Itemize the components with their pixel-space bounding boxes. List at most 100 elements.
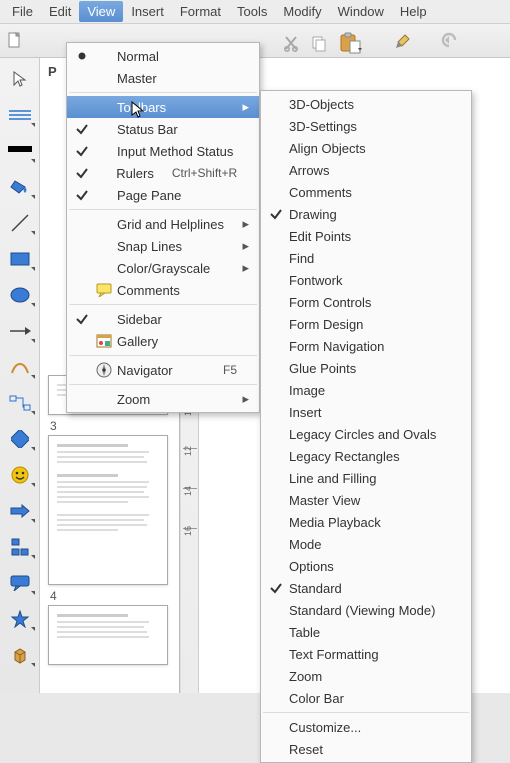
toolbars-menu-item[interactable]: Arrows	[261, 159, 471, 181]
toolbars-menu-item[interactable]: Table	[261, 621, 471, 643]
menu-item-label: Legacy Circles and Ovals	[287, 427, 461, 442]
basic-shapes-icon[interactable]	[7, 428, 33, 450]
toolbars-menu-item[interactable]: Form Design	[261, 313, 471, 335]
toolbars-menu-item[interactable]: Standard	[261, 577, 471, 599]
rectangle-tool-icon[interactable]	[7, 248, 33, 270]
menu-item-label: Toolbars	[115, 100, 237, 115]
block-arrows-icon[interactable]	[7, 500, 33, 522]
menu-view[interactable]: View	[79, 1, 123, 22]
clone-format-icon[interactable]	[394, 29, 416, 51]
view-menu-item[interactable]: Comments	[67, 279, 259, 301]
menu-item-label: Comments	[287, 185, 461, 200]
toolbars-menu-item[interactable]: Zoom	[261, 665, 471, 687]
menu-edit[interactable]: Edit	[41, 1, 79, 22]
toolbars-menu-item[interactable]: Image	[261, 379, 471, 401]
view-menu-item[interactable]: Snap Lines▸	[67, 235, 259, 257]
line-color-icon[interactable]	[7, 140, 33, 162]
toolbars-menu-item[interactable]: Legacy Rectangles	[261, 445, 471, 467]
view-menu-item[interactable]: Grid and Helplines▸	[67, 213, 259, 235]
toolbars-menu-item[interactable]: Form Navigation	[261, 335, 471, 357]
menu-modify[interactable]: Modify	[275, 1, 329, 22]
view-menu-item[interactable]: Input Method Status	[67, 140, 259, 162]
curve-tool-icon[interactable]	[7, 356, 33, 378]
toolbars-menu-item[interactable]: Drawing	[261, 203, 471, 225]
view-menu-item[interactable]: Sidebar	[67, 308, 259, 330]
menu-item-label: Form Controls	[287, 295, 461, 310]
gallery-icon	[93, 334, 115, 348]
view-menu-item[interactable]: Normal	[67, 45, 259, 67]
view-menu-item[interactable]: Zoom▸	[67, 388, 259, 410]
toolbars-submenu: 3D-Objects3D-SettingsAlign Objects Arrows…	[260, 90, 472, 763]
toolbars-menu-item[interactable]: Form Controls	[261, 291, 471, 313]
toolbars-menu-item[interactable]: Standard (Viewing Mode)	[261, 599, 471, 621]
toolbars-menu-item[interactable]: Insert	[261, 401, 471, 423]
menu-window[interactable]: Window	[330, 1, 392, 22]
paste-icon[interactable]	[336, 29, 364, 57]
3d-shapes-icon[interactable]	[7, 644, 33, 666]
menu-file[interactable]: File	[4, 1, 41, 22]
page-thumb[interactable]	[48, 605, 168, 665]
toolbars-menu-item[interactable]: Line and Filling	[261, 467, 471, 489]
toolbars-menu-item[interactable]: Reset	[261, 738, 471, 760]
line-tool-icon[interactable]	[7, 212, 33, 234]
select-tool-icon[interactable]	[7, 68, 33, 90]
toolbars-menu-item[interactable]: Glue Points	[261, 357, 471, 379]
toolbars-menu-item[interactable]: Legacy Circles and Ovals	[261, 423, 471, 445]
ellipse-tool-icon[interactable]	[7, 284, 33, 306]
menu-item-label: Standard (Viewing Mode)	[287, 603, 461, 618]
symbol-shapes-icon[interactable]	[7, 464, 33, 486]
new-doc-icon[interactable]	[4, 29, 26, 51]
toolbars-menu-item[interactable]: 3D-Settings	[261, 115, 471, 137]
menu-item-label: Arrows	[287, 163, 461, 178]
undo-icon[interactable]	[440, 29, 462, 51]
view-menu-item[interactable]: Toolbars▸	[67, 96, 259, 118]
view-menu-item[interactable]: RulersCtrl+Shift+R	[67, 162, 259, 184]
callout-icon[interactable]	[7, 572, 33, 594]
menu-item-label: Rulers	[114, 166, 154, 181]
menu-item-label: Color/Grayscale	[115, 261, 237, 276]
line-style-icon[interactable]	[7, 104, 33, 126]
view-menu-item[interactable]: Gallery	[67, 330, 259, 352]
toolbars-menu-item[interactable]: 3D-Objects	[261, 93, 471, 115]
menu-item-label: Grid and Helplines	[115, 217, 237, 232]
copy-icon[interactable]	[308, 32, 330, 54]
toolbars-menu-item[interactable]: Find	[261, 247, 471, 269]
menu-item-label: Zoom	[287, 669, 461, 684]
arrow-tool-icon[interactable]	[7, 320, 33, 342]
view-menu-item[interactable]: Master	[67, 67, 259, 89]
view-menu-item[interactable]: Page Pane	[67, 184, 259, 206]
toolbars-menu-item[interactable]: Edit Points	[261, 225, 471, 247]
menu-item-label: Table	[287, 625, 461, 640]
menu-format[interactable]: Format	[172, 1, 229, 22]
star-icon[interactable]	[7, 608, 33, 630]
page-number: 4	[50, 589, 171, 603]
menu-item-label: Form Design	[287, 317, 461, 332]
toolbars-menu-item[interactable]: Master View	[261, 489, 471, 511]
view-menu-item[interactable]: Status Bar	[67, 118, 259, 140]
flowchart-icon[interactable]	[7, 536, 33, 558]
menu-tools[interactable]: Tools	[229, 1, 275, 22]
view-menu-item[interactable]: NavigatorF5	[67, 359, 259, 381]
toolbars-menu-item[interactable]: Text Formatting	[261, 643, 471, 665]
menubar: File Edit View Insert Format Tools Modif…	[0, 0, 510, 24]
menu-help[interactable]: Help	[392, 1, 435, 22]
toolbars-menu-item[interactable]: Comments	[261, 181, 471, 203]
page-thumb[interactable]	[48, 435, 168, 585]
toolbars-menu-item[interactable]: Fontwork	[261, 269, 471, 291]
connector-tool-icon[interactable]	[7, 392, 33, 414]
toolbars-menu-item[interactable]: Customize...	[261, 716, 471, 738]
cut-icon[interactable]	[280, 32, 302, 54]
menu-item-label: Customize...	[287, 720, 461, 735]
view-menu-item[interactable]: Color/Grayscale▸	[67, 257, 259, 279]
toolbars-menu-item[interactable]: Align Objects	[261, 137, 471, 159]
menu-insert[interactable]: Insert	[123, 1, 172, 22]
fill-color-icon[interactable]	[7, 176, 33, 198]
menu-item-label: Page Pane	[115, 188, 237, 203]
menu-item-label: Mode	[287, 537, 461, 552]
toolbars-menu-item[interactable]: Mode	[261, 533, 471, 555]
toolbars-menu-item[interactable]: Options	[261, 555, 471, 577]
menu-item-label: Fontwork	[287, 273, 461, 288]
toolbars-menu-item[interactable]: Color Bar	[261, 687, 471, 709]
toolbars-menu-item[interactable]: Media Playback	[261, 511, 471, 533]
menu-item-label: Zoom	[115, 392, 237, 407]
